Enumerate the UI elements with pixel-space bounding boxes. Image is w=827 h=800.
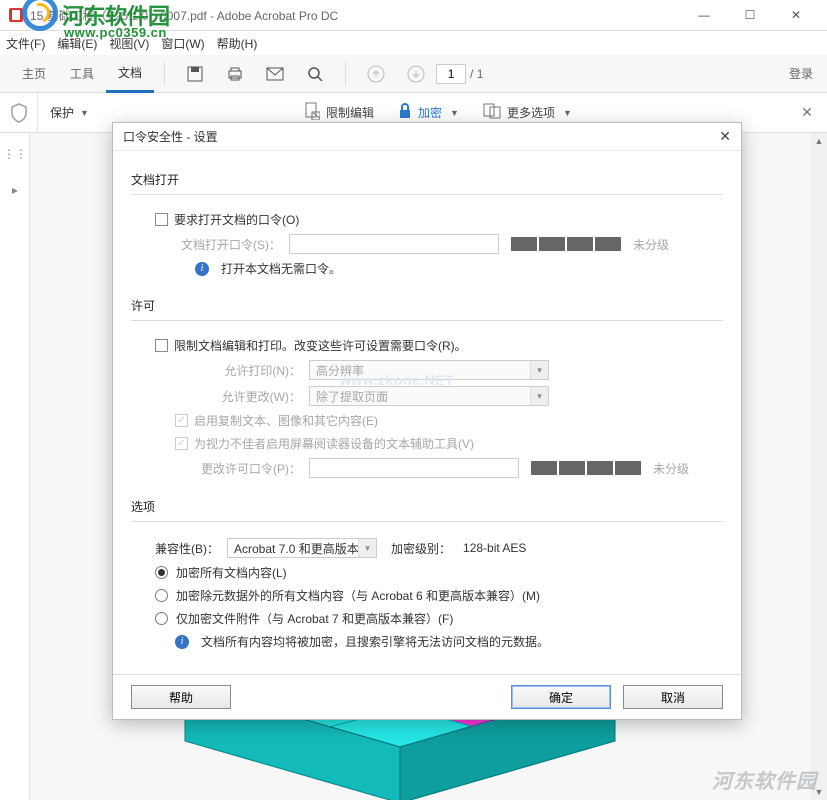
encrypt-label: 加密 — [418, 104, 442, 121]
strength-meter — [531, 461, 641, 475]
cancel-button[interactable]: 取消 — [623, 685, 723, 709]
info-icon: i — [175, 635, 189, 649]
page-total: / 1 — [470, 67, 483, 81]
vertical-scrollbar[interactable]: ▲ ▼ — [811, 133, 827, 800]
search-icon[interactable] — [305, 64, 325, 84]
close-panel-button[interactable]: ✕ — [787, 104, 827, 121]
more-options-button[interactable]: 更多选项 ▼ — [483, 102, 572, 123]
protect-label[interactable]: 保护 — [50, 104, 74, 121]
save-icon[interactable] — [185, 64, 205, 84]
menu-window[interactable]: 窗口(W) — [161, 35, 204, 52]
app-icon — [8, 7, 24, 23]
dialog-close-button[interactable]: ✕ — [719, 128, 731, 145]
left-rail: ⋮⋮ ▸ — [0, 133, 30, 800]
prev-page-icon[interactable] — [366, 64, 386, 84]
rail-drag-icon[interactable]: ⋮⋮ — [0, 139, 30, 169]
protect-dropdown-icon[interactable]: ▼ — [80, 108, 89, 118]
encrypt-attachments-only-label: 仅加密文件附件（与 Acrobat 7 和更高版本兼容）(F) — [176, 610, 453, 627]
separator — [345, 62, 346, 86]
open-password-label: 文档打开口令(S)： — [181, 236, 281, 253]
minimize-button[interactable]: — — [681, 0, 727, 31]
allow-print-label: 允许打印(N)： — [181, 362, 301, 379]
mail-icon[interactable] — [265, 64, 285, 84]
encrypt-attachments-only-radio[interactable] — [155, 612, 168, 625]
lock-icon — [398, 103, 412, 122]
dialog-title: 口令安全性 - 设置 — [123, 128, 218, 145]
require-open-password-checkbox[interactable] — [155, 213, 168, 226]
encrypt-except-metadata-radio[interactable] — [155, 589, 168, 602]
print-icon[interactable] — [225, 64, 245, 84]
enable-copy-checkbox — [175, 414, 188, 427]
open-password-input — [289, 234, 499, 254]
section-open: 文档打开 — [131, 171, 723, 188]
watermark-footer: 河东软件园 — [712, 765, 817, 794]
change-perm-password-label: 更改许可口令(P)： — [181, 460, 301, 477]
chevron-down-icon: ▾ — [358, 539, 376, 557]
enc-level-value: 128-bit AES — [463, 541, 526, 555]
change-perm-password-input — [309, 458, 519, 478]
restrict-icon — [304, 102, 320, 123]
menu-edit[interactable]: 编辑(E) — [57, 35, 97, 52]
chevron-down-icon: ▼ — [563, 108, 572, 118]
enable-screenreader-label: 为视力不佳者启用屏幕阅读器设备的文本辅助工具(V) — [194, 435, 474, 452]
menu-file[interactable]: 文件(F) — [6, 35, 45, 52]
watermark-center: www.zkone.NET — [340, 372, 454, 388]
maximize-button[interactable]: ☐ — [727, 0, 773, 31]
strength-rating: 未分级 — [633, 236, 669, 253]
restrict-editing-button[interactable]: 限制编辑 — [304, 102, 374, 123]
strength-meter — [511, 237, 621, 251]
ok-button[interactable]: 确定 — [511, 685, 611, 709]
separator — [164, 62, 165, 86]
tab-tools[interactable]: 工具 — [58, 55, 106, 93]
window-titlebar: 15 基础工程（V25.1.0）0007.pdf - Adobe Acrobat… — [0, 0, 827, 31]
restrict-permissions-checkbox[interactable] — [155, 339, 168, 352]
section-options: 选项 — [131, 498, 723, 515]
menu-bar: 文件(F) 编辑(E) 视图(V) 窗口(W) 帮助(H) — [0, 31, 827, 55]
chevron-down-icon: ▼ — [450, 108, 459, 118]
tab-document[interactable]: 文档 — [106, 55, 154, 93]
info-icon: i — [195, 262, 209, 276]
require-open-password-label: 要求打开文档的口令(O) — [174, 211, 299, 228]
page-number-input[interactable] — [436, 64, 466, 84]
login-link[interactable]: 登录 — [789, 65, 813, 82]
tab-home[interactable]: 主页 — [10, 55, 58, 93]
next-page-icon[interactable] — [406, 64, 426, 84]
compatibility-label: 兼容性(B)： — [155, 540, 219, 557]
rail-expand-icon[interactable]: ▸ — [0, 175, 30, 205]
more-label: 更多选项 — [507, 104, 555, 121]
encryption-note: 文档所有内容均将被加密，且搜索引擎将无法访问文档的元数据。 — [201, 633, 549, 650]
allow-changes-label: 允许更改(W)： — [181, 388, 301, 405]
close-button[interactable]: ✕ — [773, 0, 819, 31]
password-security-dialog: 口令安全性 - 设置 ✕ 文档打开 要求打开文档的口令(O) 文档打开口令(S)… — [112, 122, 742, 720]
encrypt-except-metadata-label: 加密除元数据外的所有文档内容（与 Acrobat 6 和更高版本兼容）(M) — [176, 587, 540, 604]
menu-help[interactable]: 帮助(H) — [217, 35, 258, 52]
scroll-up-icon[interactable]: ▲ — [811, 133, 827, 149]
menu-view[interactable]: 视图(V) — [109, 35, 149, 52]
chevron-down-icon: ▾ — [530, 361, 548, 379]
section-permissions: 许可 — [131, 297, 723, 314]
enable-screenreader-checkbox — [175, 437, 188, 450]
encrypt-all-label: 加密所有文档内容(L) — [176, 564, 287, 581]
tab-bar: 主页 工具 文档 / 1 登录 — [0, 55, 827, 93]
window-title: 15 基础工程（V25.1.0）0007.pdf - Adobe Acrobat… — [30, 7, 681, 24]
restrict-label: 限制编辑 — [326, 104, 374, 121]
enc-level-label: 加密级别： — [391, 540, 451, 557]
allow-changes-select: 除了提取页面▾ — [309, 386, 549, 406]
open-note: 打开本文档无需口令。 — [221, 260, 341, 277]
dialog-footer: 帮助 确定 取消 — [113, 674, 741, 719]
strength-rating: 未分级 — [653, 460, 689, 477]
chevron-down-icon: ▾ — [530, 387, 548, 405]
dialog-titlebar: 口令安全性 - 设置 ✕ — [113, 123, 741, 151]
restrict-permissions-label: 限制文档编辑和打印。改变这些许可设置需要口令(R)。 — [174, 337, 467, 354]
encrypt-button[interactable]: 加密 ▼ — [398, 102, 459, 123]
more-icon — [483, 103, 501, 122]
compatibility-select[interactable]: Acrobat 7.0 和更高版本▾ — [227, 538, 377, 558]
shield-icon[interactable] — [0, 93, 38, 133]
help-button[interactable]: 帮助 — [131, 685, 231, 709]
enable-copy-label: 启用复制文本、图像和其它内容(E) — [194, 412, 378, 429]
encrypt-all-radio[interactable] — [155, 566, 168, 579]
